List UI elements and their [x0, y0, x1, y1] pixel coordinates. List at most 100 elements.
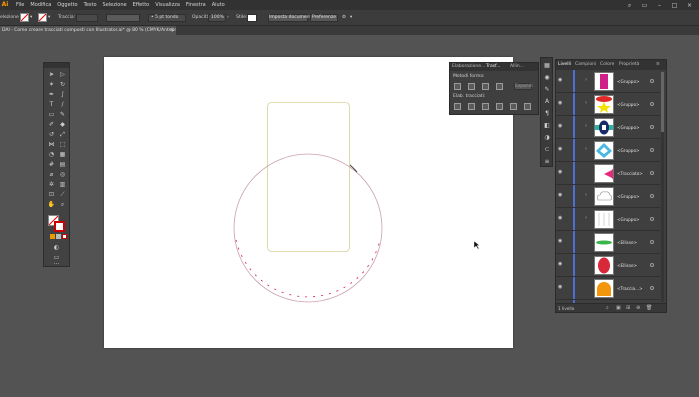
brushes-icon[interactable]: ✎ [543, 86, 551, 94]
locate-object-icon[interactable]: ⌕ [606, 305, 609, 311]
tab-layers[interactable]: Livelli [558, 60, 571, 70]
expand-arrow-icon[interactable]: › [585, 216, 587, 221]
gradient-tool-icon[interactable]: ▤ [58, 161, 67, 169]
rounded-rectangle-shape[interactable] [267, 102, 350, 252]
circle-shape[interactable] [233, 153, 383, 303]
intersect-icon[interactable] [482, 83, 489, 90]
target-circle-icon[interactable] [650, 286, 654, 290]
tools-panel-header[interactable] [44, 63, 69, 68]
direct-selection-tool-icon[interactable]: ▷ [58, 71, 67, 79]
visibility-eye-icon[interactable]: ◉ [558, 216, 564, 221]
draw-mode-icon[interactable]: ◐ [52, 244, 61, 252]
layer-name[interactable]: <Ellisse> [617, 240, 637, 245]
panel-menu-icon[interactable]: ≡ [656, 60, 660, 70]
line-tool-icon[interactable]: / [58, 101, 67, 109]
opentype-icon[interactable]: ◧ [543, 122, 551, 130]
layers-scrollbar[interactable] [661, 72, 664, 302]
target-circle-icon[interactable] [650, 102, 654, 106]
trim-icon[interactable] [468, 103, 475, 110]
selection-tool-icon[interactable]: ➤ [47, 71, 56, 79]
tab-swatches[interactable]: Campioni [575, 60, 596, 70]
merge-icon[interactable] [482, 103, 489, 110]
artboard-tool-icon[interactable]: ⊡ [47, 191, 56, 199]
layer-name[interactable]: <Gruppo> [617, 125, 640, 130]
layer-row[interactable]: ◉ › <Gruppo> [556, 185, 660, 208]
paragraph-icon[interactable]: ¶ [543, 110, 551, 118]
target-circle-icon[interactable] [650, 194, 654, 198]
eraser-tool-icon[interactable]: ◆ [58, 121, 67, 129]
crop-icon[interactable] [496, 103, 503, 110]
tab-transform[interactable]: Trasf... [486, 63, 501, 71]
character-icon[interactable]: A [543, 98, 551, 106]
target-circle-icon[interactable] [650, 125, 654, 129]
pen-tool-icon[interactable]: ✒ [47, 91, 56, 99]
exclude-icon[interactable] [496, 83, 503, 90]
visibility-eye-icon[interactable]: ◉ [558, 239, 564, 244]
visibility-eye-icon[interactable]: ◉ [558, 193, 564, 198]
unite-icon[interactable] [454, 83, 461, 90]
tab-properties[interactable]: Proprietà [619, 60, 639, 70]
expand-arrow-icon[interactable]: › [585, 78, 587, 83]
target-circle-icon[interactable] [650, 79, 654, 83]
layer-name[interactable]: <Gruppo> [617, 148, 640, 153]
layer-name[interactable]: <Tracciato> [617, 171, 643, 176]
layer-row[interactable]: ◉ › <Gruppo> [556, 70, 660, 93]
minus-front-icon[interactable] [468, 83, 475, 90]
delete-layer-icon[interactable]: 🗑 [646, 305, 652, 311]
expand-button[interactable]: Espandi [514, 83, 533, 90]
rotate-tool-icon[interactable]: ↺ [47, 131, 56, 139]
perspective-grid-tool-icon[interactable]: ▦ [58, 151, 67, 159]
scale-tool-icon[interactable]: ⤢ [58, 131, 67, 139]
curvature-tool-icon[interactable]: ∫ [58, 91, 67, 99]
target-circle-icon[interactable] [650, 171, 654, 175]
visibility-eye-icon[interactable]: ◉ [558, 262, 564, 267]
layer-name[interactable]: <Gruppo> [617, 194, 640, 199]
column-graph-tool-icon[interactable]: ▥ [58, 181, 67, 189]
links-icon[interactable]: ⊂ [543, 146, 551, 154]
divide-icon[interactable] [454, 103, 461, 110]
target-circle-icon[interactable] [650, 263, 654, 267]
blend-tool-icon[interactable]: ◎ [58, 171, 67, 179]
target-circle-icon[interactable] [650, 217, 654, 221]
expand-arrow-icon[interactable]: › [585, 193, 587, 198]
visibility-eye-icon[interactable]: ◉ [558, 101, 564, 106]
symbol-sprayer-tool-icon[interactable]: ✲ [47, 181, 56, 189]
layer-name[interactable]: <Gruppo> [617, 102, 640, 107]
visibility-eye-icon[interactable]: ◉ [558, 285, 564, 290]
rectangle-tool-icon[interactable]: ▭ [47, 111, 56, 119]
clipping-mask-icon[interactable]: ▣ [616, 305, 621, 311]
lasso-tool-icon[interactable]: ↻ [58, 81, 67, 89]
visibility-eye-icon[interactable]: ◉ [558, 124, 564, 129]
magic-wand-tool-icon[interactable]: ✶ [47, 81, 56, 89]
new-layer-icon[interactable]: ⊕ [636, 305, 640, 311]
layer-row[interactable]: ◉ <Traccia...> [556, 277, 660, 300]
layer-row[interactable]: ◉ › <Gruppo> [556, 116, 660, 139]
target-circle-icon[interactable] [650, 240, 654, 244]
expand-arrow-icon[interactable]: › [585, 147, 587, 152]
hand-tool-icon[interactable]: ✋ [47, 201, 56, 209]
width-tool-icon[interactable]: ⋈ [47, 141, 56, 149]
mesh-tool-icon[interactable]: # [47, 161, 56, 169]
visibility-eye-icon[interactable]: ◉ [558, 147, 564, 152]
expand-arrow-icon[interactable]: › [585, 101, 587, 106]
visibility-eye-icon[interactable]: ◉ [558, 170, 564, 175]
stroke-color-box[interactable] [54, 221, 65, 232]
visibility-eye-icon[interactable]: ◉ [558, 78, 564, 83]
type-tool-icon[interactable]: T [47, 101, 56, 109]
expand-arrow-icon[interactable]: › [585, 124, 587, 129]
layer-name[interactable]: <Gruppo> [617, 79, 640, 84]
tab-color[interactable]: Colore [600, 60, 614, 70]
tab-pathfinder[interactable]: Elaborazione... [452, 63, 485, 71]
scroll-thumb[interactable] [661, 72, 664, 132]
more-tools-icon[interactable]: ··· [52, 261, 61, 269]
layer-name[interactable]: <Traccia...> [617, 286, 643, 291]
transparency-icon[interactable]: ◑ [543, 134, 551, 142]
minus-back-icon[interactable] [524, 103, 531, 110]
zoom-tool-icon[interactable]: ⌕ [58, 201, 67, 209]
slice-tool-icon[interactable]: ⟋ [58, 191, 67, 199]
shaper-tool-icon[interactable]: ✐ [47, 121, 56, 129]
layer-name[interactable]: <Gruppo> [617, 217, 640, 222]
paintbrush-tool-icon[interactable]: ✎ [58, 111, 67, 119]
layer-row[interactable]: ◉ <Ellisse> [556, 254, 660, 277]
layer-row[interactable]: ◉ › <Gruppo> [556, 208, 660, 231]
